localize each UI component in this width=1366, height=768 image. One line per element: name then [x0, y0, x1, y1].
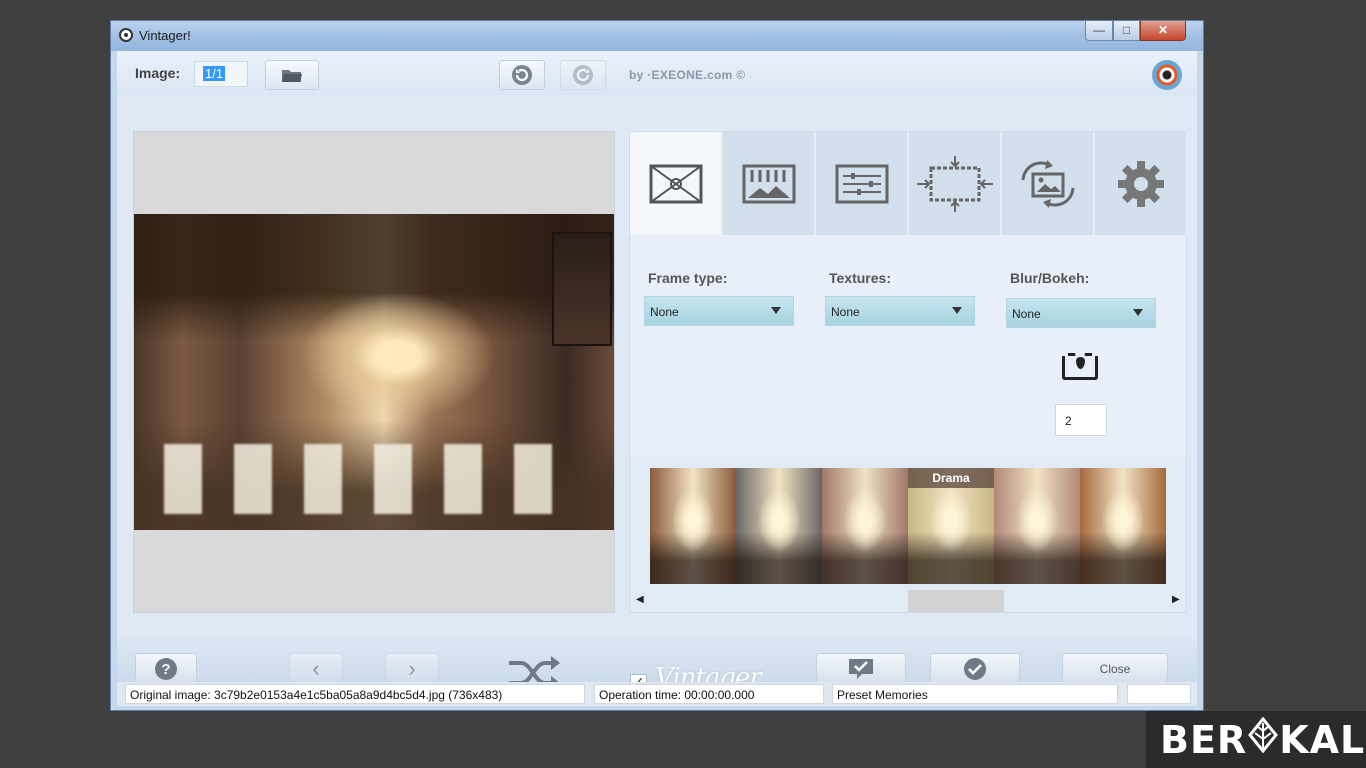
preset-strip: Drama — [650, 468, 1166, 584]
open-folder-button[interactable] — [265, 60, 319, 90]
chevron-down-icon — [952, 307, 962, 314]
open-folder-icon — [282, 70, 302, 82]
preset-thumbnail[interactable] — [1080, 468, 1166, 584]
resize-tab-icon — [916, 155, 993, 212]
preset-thumbnail[interactable] — [994, 468, 1080, 584]
textures-tab-icon — [742, 164, 795, 203]
leaf-logo-icon — [1248, 716, 1279, 762]
redo-button[interactable] — [560, 60, 606, 90]
frame-type-value: None — [650, 305, 679, 319]
minimize-button[interactable]: — — [1085, 21, 1113, 41]
image-preview-panel — [133, 131, 615, 613]
window-title: Vintager! — [139, 28, 191, 43]
status-original-image: Original image: 3c79b2e0153a4e1c5ba05a8a… — [125, 684, 585, 704]
apply-button[interactable] — [930, 653, 1020, 685]
maximize-button[interactable]: □ — [1113, 21, 1140, 41]
image-index-value: 1/1 — [203, 66, 226, 81]
frame-type-label: Frame type: — [648, 270, 728, 286]
frame-tab-icon — [649, 164, 702, 203]
vintager-window: Vintager! — □ ✕ Image: 1/1 by ·EXEONE.co… — [110, 20, 1204, 711]
by-exeone-text: by ·EXEONE.com © — [629, 68, 746, 82]
undo-icon — [512, 65, 532, 85]
image-index-field[interactable]: 1/1 — [194, 61, 248, 87]
textures-value: None — [831, 305, 860, 319]
watermark-left: BER — [1160, 717, 1248, 762]
top-toolbar: Image: 1/1 by ·EXEONE.com © — [117, 51, 1197, 95]
app-logo-icon[interactable] — [1152, 60, 1182, 90]
preset-label: Drama — [908, 468, 994, 488]
speech-check-icon — [849, 659, 873, 679]
settings-gear-icon — [1117, 160, 1164, 207]
tab-frame[interactable] — [630, 132, 722, 235]
tab-settings[interactable] — [1095, 132, 1187, 235]
preset-thumbnail[interactable] — [650, 468, 736, 584]
help-button[interactable]: ? — [135, 653, 197, 685]
effects-panel: Frame type: Textures: Blur/Bokeh: None N… — [629, 131, 1187, 613]
title-bar[interactable]: Vintager! — □ ✕ — [111, 21, 1203, 51]
preset-thumbnail[interactable] — [736, 468, 822, 584]
effects-controls: Frame type: Textures: Blur/Bokeh: None N… — [630, 235, 1186, 457]
tab-resize[interactable] — [909, 132, 1001, 235]
preset-thumbnail[interactable]: Drama — [908, 468, 994, 584]
close-window-button[interactable]: ✕ — [1140, 21, 1186, 41]
berakal-watermark: BER KAL — [1146, 711, 1366, 768]
status-bar: Original image: 3c79b2e0153a4e1c5ba05a8a… — [117, 682, 1197, 706]
redo-icon — [573, 65, 593, 85]
status-preset: Preset Memories — [832, 684, 1118, 704]
restaurant-photo — [134, 214, 614, 530]
effects-tabs — [630, 132, 1187, 235]
chevron-down-icon — [771, 307, 781, 314]
scrollbar-thumb[interactable] — [908, 590, 1004, 612]
blur-bokeh-label: Blur/Bokeh: — [1010, 270, 1090, 286]
help-glyph: ? — [161, 661, 170, 678]
previous-button[interactable]: ‹ — [289, 653, 343, 685]
preset-thumbnail[interactable] — [822, 468, 908, 584]
next-button[interactable]: › — [385, 653, 439, 685]
undo-button[interactable] — [499, 60, 545, 90]
rotate-tab-icon — [1021, 159, 1074, 208]
scroll-left-icon[interactable]: ◀ — [636, 594, 644, 605]
adjustments-tab-icon — [835, 164, 888, 203]
tab-textures[interactable] — [723, 132, 815, 235]
watermark-right: KAL — [1279, 717, 1366, 762]
tab-rotate[interactable] — [1002, 132, 1094, 235]
preset-scrollbar[interactable]: ◀ ▶ — [630, 590, 1186, 612]
tab-adjustments[interactable] — [816, 132, 908, 235]
status-extra — [1127, 684, 1191, 704]
blur-bokeh-value: None — [1012, 307, 1041, 321]
blur-amount-input[interactable]: 2 — [1055, 404, 1107, 436]
app-icon — [119, 28, 133, 42]
blur-amount-icon — [1062, 356, 1098, 380]
close-button[interactable]: Close — [1062, 653, 1168, 685]
scroll-right-icon[interactable]: ▶ — [1172, 594, 1180, 605]
textures-label: Textures: — [829, 270, 891, 286]
compare-button[interactable] — [816, 653, 906, 685]
textures-dropdown[interactable]: None — [825, 296, 975, 326]
check-circle-icon — [964, 658, 986, 680]
chevron-down-icon — [1133, 309, 1143, 316]
frame-type-dropdown[interactable]: None — [644, 296, 794, 326]
client-area: Image: 1/1 by ·EXEONE.com © Frame type: … — [117, 51, 1197, 706]
help-icon: ? — [155, 658, 177, 680]
status-operation-time: Operation time: 00:00:00.000 — [594, 684, 824, 704]
blur-bokeh-dropdown[interactable]: None — [1006, 298, 1156, 328]
image-label: Image: — [135, 65, 181, 81]
